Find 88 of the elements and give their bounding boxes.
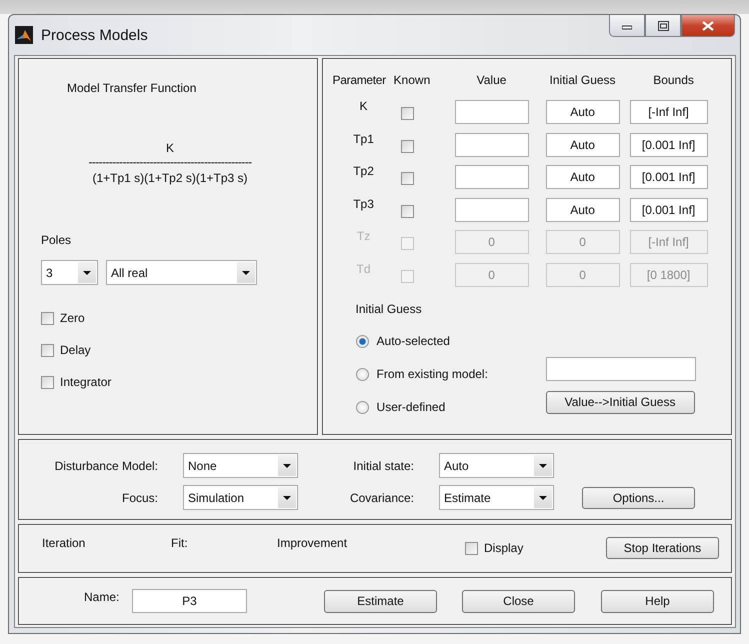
checkbox[interactable] bbox=[400, 107, 414, 120]
parameter-label: Tz bbox=[356, 228, 372, 246]
column-label: Improvement bbox=[277, 536, 348, 550]
field-label: Name: bbox=[84, 590, 120, 604]
input-field[interactable]: [0.001 Inf] bbox=[630, 132, 708, 157]
input-field[interactable]: Auto bbox=[546, 165, 620, 190]
dropdown[interactable]: Auto bbox=[439, 453, 554, 478]
dialog-button[interactable]: Estimate bbox=[324, 590, 437, 613]
field-label: Poles bbox=[41, 233, 72, 249]
dropdown[interactable]: 3 bbox=[41, 260, 98, 285]
dropdown[interactable]: Simulation bbox=[183, 485, 298, 510]
checkbox[interactable] bbox=[41, 312, 54, 324]
checkbox-label: Delay bbox=[60, 343, 91, 357]
input-field: 0 bbox=[546, 262, 620, 287]
input-field: [-Inf Inf] bbox=[630, 230, 708, 254]
input-field: 0 bbox=[454, 230, 529, 254]
app-icon bbox=[15, 26, 33, 44]
section-title: Initial Guess bbox=[356, 302, 423, 318]
input-field[interactable]: [0.001 Inf] bbox=[630, 198, 708, 222]
close-button[interactable] bbox=[681, 15, 735, 37]
column-label: Fit: bbox=[171, 536, 189, 550]
radio-label: Auto-selected bbox=[376, 334, 450, 348]
input-field[interactable] bbox=[546, 356, 696, 381]
checkbox-label: Zero bbox=[60, 311, 85, 325]
input-field[interactable]: Auto bbox=[546, 100, 620, 124]
input-field[interactable] bbox=[454, 100, 529, 124]
options-button[interactable]: Options... bbox=[582, 486, 695, 509]
column-header: Initial Guess bbox=[548, 73, 617, 87]
field-label: Covariance: bbox=[348, 490, 414, 505]
radio-button[interactable] bbox=[356, 368, 369, 381]
column-header: Value bbox=[476, 73, 508, 87]
window-title: Process Models bbox=[41, 26, 149, 44]
caret-icon bbox=[539, 496, 547, 500]
parameter-label: K bbox=[358, 98, 369, 115]
dialog-button[interactable]: Help bbox=[601, 590, 714, 613]
column-header: Bounds bbox=[652, 73, 695, 87]
input-field[interactable] bbox=[454, 198, 529, 222]
column-label: Iteration bbox=[42, 536, 86, 550]
checkbox[interactable] bbox=[400, 140, 414, 153]
column-header: Parameter bbox=[332, 73, 387, 87]
checkbox[interactable] bbox=[400, 172, 414, 186]
input-field[interactable]: Auto bbox=[546, 132, 620, 157]
field-label: Disturbance Model: bbox=[54, 458, 158, 473]
caret-icon bbox=[242, 270, 250, 274]
input-field[interactable]: Auto bbox=[546, 198, 620, 222]
radio-label: User-defined bbox=[376, 400, 446, 414]
checkbox[interactable] bbox=[400, 204, 414, 218]
value-to-guess-button[interactable]: Value-->Initial Guess bbox=[546, 390, 695, 414]
maximize-icon bbox=[658, 20, 668, 30]
checkbox-label: Integrator bbox=[60, 375, 112, 389]
stop-iterations-button[interactable]: Stop Iterations bbox=[606, 537, 719, 560]
checkbox[interactable] bbox=[41, 344, 54, 356]
field-label: Focus: bbox=[120, 490, 158, 505]
caret-icon bbox=[539, 464, 547, 468]
checkbox[interactable] bbox=[41, 376, 54, 388]
parameter-label: Tp3 bbox=[352, 196, 375, 213]
section-title: Model Transfer Function bbox=[67, 81, 198, 96]
radio-label: From existing model: bbox=[376, 367, 488, 382]
parameter-label: Td bbox=[356, 260, 372, 278]
input-field: 0 bbox=[454, 262, 529, 287]
caret-icon bbox=[83, 270, 91, 274]
parameter-label: Tp1 bbox=[352, 130, 375, 148]
name-field[interactable]: P3 bbox=[132, 589, 247, 614]
column-header: Known bbox=[394, 73, 432, 87]
caret-icon bbox=[283, 496, 291, 500]
dropdown[interactable]: Estimate bbox=[439, 485, 554, 510]
numerator-text: K bbox=[164, 141, 175, 157]
caret-icon bbox=[283, 464, 291, 468]
input-field: 0 bbox=[546, 230, 620, 254]
dialog-button[interactable]: Close bbox=[462, 590, 575, 613]
input-field[interactable]: [0.001 Inf] bbox=[630, 165, 708, 190]
radio-button[interactable] bbox=[356, 334, 369, 348]
input-field: [0 1800] bbox=[630, 262, 708, 287]
maximize-button[interactable] bbox=[645, 15, 681, 37]
close-icon bbox=[702, 20, 714, 30]
radio-button[interactable] bbox=[356, 400, 369, 414]
minimize-button[interactable] bbox=[609, 15, 645, 37]
checkbox[interactable] bbox=[465, 542, 478, 555]
parameter-label: Tp2 bbox=[352, 163, 375, 180]
input-field[interactable] bbox=[454, 132, 529, 157]
checkbox-label: Display bbox=[484, 541, 524, 556]
input-field[interactable]: [-Inf Inf] bbox=[630, 100, 708, 124]
input-field[interactable] bbox=[454, 165, 529, 190]
dropdown[interactable]: None bbox=[183, 453, 298, 478]
field-label: Initial state: bbox=[352, 458, 414, 473]
dropdown[interactable]: All real bbox=[106, 260, 257, 285]
denominator-text: (1+Tp1 s)(1+Tp2 s)(1+Tp3 s) bbox=[91, 171, 249, 187]
fraction-line-text: ------------------------------------------------ bbox=[87, 157, 253, 169]
